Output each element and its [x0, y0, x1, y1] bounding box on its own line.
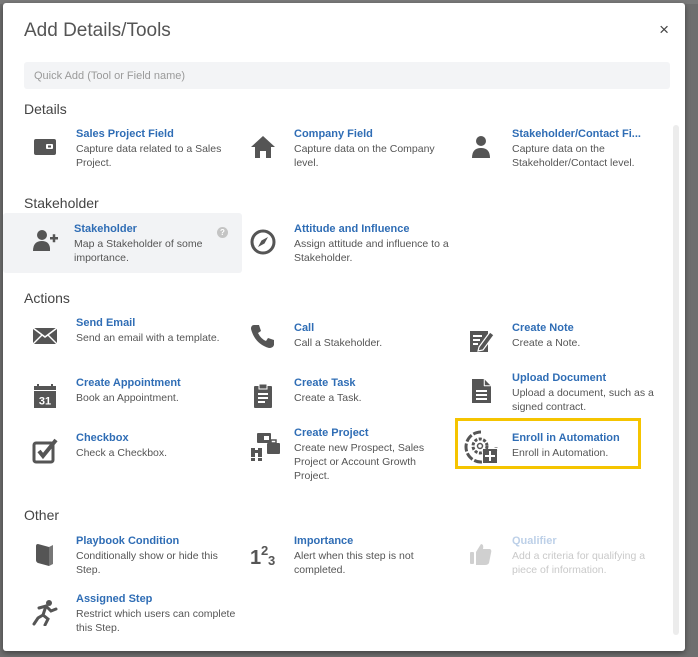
tool-send-email[interactable]: Send Email Send an email with a template…	[24, 317, 240, 375]
tool-description: Create a Task.	[294, 392, 362, 404]
quick-add-search-input[interactable]	[24, 62, 670, 89]
calendar-icon: 31	[30, 381, 60, 411]
add-user-icon	[30, 225, 60, 255]
wallet-icon	[30, 132, 60, 162]
calendar-day-text: 31	[39, 396, 51, 408]
tool-name: Stakeholder/Contact Fi...	[512, 128, 641, 140]
add-details-tools-modal: Add Details/Tools × Details Sales Projec…	[3, 3, 685, 651]
tool-name: Qualifier	[512, 535, 557, 547]
tool-name: Upload Document	[512, 372, 607, 384]
tool-assigned-step[interactable]: Assigned Step Restrict which users can c…	[24, 593, 240, 651]
tool-description: Alert when this step is not completed.	[294, 550, 414, 576]
tool-description: Map a Stakeholder of some importance.	[74, 238, 203, 264]
compass-icon	[248, 227, 278, 257]
tool-create-appointment[interactable]: 31 Create Appointment Book an Appointmen…	[24, 377, 240, 435]
numbers-icon: 123	[248, 539, 278, 569]
edit-note-icon	[466, 326, 496, 356]
tool-name: Call	[294, 322, 315, 334]
tool-name: Stakeholder	[74, 223, 137, 235]
tool-description: Call a Stakeholder.	[294, 337, 383, 349]
tool-checkbox[interactable]: Checkbox Check a Checkbox.	[24, 432, 240, 490]
highlight-box	[455, 418, 641, 469]
tool-description: Create a Note.	[512, 337, 581, 349]
section-title-other: Other	[24, 507, 60, 523]
svg-text:1: 1	[250, 547, 261, 568]
tool-name: Company Field	[294, 128, 373, 140]
thumbs-up-icon	[466, 539, 496, 569]
section-title-details: Details	[24, 101, 67, 117]
envelope-icon	[30, 321, 60, 351]
section-title-actions: Actions	[24, 290, 70, 306]
tool-name: Playbook Condition	[76, 535, 180, 547]
tool-description: Send an email with a template.	[76, 332, 220, 344]
tool-sales-project-field[interactable]: Sales Project Field Capture data related…	[24, 128, 240, 186]
section-title-stakeholder: Stakeholder	[24, 195, 99, 211]
document-icon	[466, 376, 496, 406]
runner-icon	[30, 597, 60, 627]
tool-stakeholder[interactable]: Stakeholder Map a Stakeholder of some im…	[3, 213, 242, 273]
tool-description: Capture data related to a Sales Project.	[76, 143, 222, 169]
tool-description: Add a criteria for qualifying a piece of…	[512, 550, 646, 576]
home-icon	[248, 132, 278, 162]
tool-name: Create Task	[294, 377, 356, 389]
tool-description: Check a Checkbox.	[76, 447, 168, 459]
tool-name: Create Appointment	[76, 377, 181, 389]
svg-text:3: 3	[268, 553, 275, 568]
tool-description: Create new Prospect, Sales Project or Ac…	[294, 442, 425, 482]
tool-name: Assigned Step	[76, 593, 153, 605]
modal-title: Add Details/Tools	[24, 20, 171, 41]
tool-name: Create Note	[512, 322, 574, 334]
tool-name: Create Project	[294, 427, 369, 439]
tool-description: Capture data on the Company level.	[294, 143, 435, 169]
tool-description: Restrict which users can complete this S…	[76, 608, 236, 634]
close-button[interactable]: ×	[659, 21, 669, 38]
project-icon	[248, 431, 282, 465]
tool-qualifier: Qualifier Add a criteria for qualifying …	[460, 535, 676, 593]
help-icon[interactable]: ?	[217, 227, 228, 238]
tool-importance[interactable]: 123 Importance Alert when this step is n…	[242, 535, 458, 593]
phone-icon	[248, 321, 278, 351]
tool-company-field[interactable]: Company Field Capture data on the Compan…	[242, 128, 458, 186]
book-icon	[30, 539, 60, 569]
tool-name: Importance	[294, 535, 354, 547]
person-icon	[466, 132, 496, 162]
tool-stakeholder-contact-field[interactable]: Stakeholder/Contact Fi... Capture data o…	[460, 128, 676, 186]
tool-name: Attitude and Influence	[294, 223, 410, 235]
tool-description: Conditionally show or hide this Step.	[76, 550, 218, 576]
tool-name: Checkbox	[76, 432, 129, 444]
tool-name: Sales Project Field	[76, 128, 174, 140]
tool-create-project[interactable]: Create Project Create new Prospect, Sale…	[242, 427, 458, 485]
tool-name: Send Email	[76, 317, 136, 329]
tool-attitude-and-influence[interactable]: Attitude and Influence Assign attitude a…	[242, 223, 458, 281]
tool-description: Upload a document, such as a signed cont…	[512, 387, 654, 413]
tool-playbook-condition[interactable]: Playbook Condition Conditionally show or…	[24, 535, 240, 593]
tool-description: Assign attitude and influence to a Stake…	[294, 238, 449, 264]
tool-description: Book an Appointment.	[76, 392, 179, 404]
checkbox-icon	[30, 436, 60, 466]
tool-call[interactable]: Call Call a Stakeholder.	[242, 322, 458, 380]
tool-description: Capture data on the Stakeholder/Contact …	[512, 143, 635, 169]
clipboard-icon	[248, 381, 278, 411]
